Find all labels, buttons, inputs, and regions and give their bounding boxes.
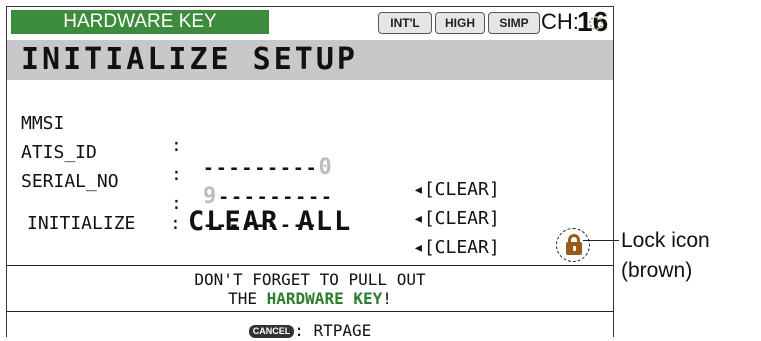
power-high-badge: HIGH (435, 12, 485, 34)
title-bar: INITIALIZE SETUP (7, 40, 613, 80)
busy-spinner-icon (589, 16, 603, 30)
footer-text: : RTPAGE (294, 321, 372, 340)
hardware-key-banner: HARDWARE KEY (11, 10, 269, 34)
status-bar: HARDWARE KEY INT'L HIGH SIMP CH: 16 (7, 7, 613, 37)
callout-leader-line (583, 240, 619, 241)
lock-icon (556, 228, 590, 262)
page-title: INITIALIZE SETUP (21, 42, 358, 77)
channel-label: CH: (541, 9, 579, 34)
warning-line-1: DON'T FORGET TO PULL OUT (194, 270, 426, 289)
atis-id-row[interactable]: ATIS_ID : 9--------- ◂[CLEAR] (21, 120, 601, 229)
intl-badge: INT'L (378, 12, 432, 34)
simplex-badge: SIMP (488, 12, 540, 34)
dsc-screen: HARDWARE KEY INT'L HIGH SIMP CH: 16 INIT… (6, 6, 614, 340)
lock-keyhole (573, 246, 576, 251)
callout-line-2: (brown) (621, 259, 693, 282)
serial-no-label: SERIAL_NO (21, 171, 119, 192)
cancel-key-icon[interactable]: CANCEL (248, 325, 295, 338)
warning-hardware-key: HARDWARE KEY (266, 289, 383, 308)
footer: CANCEL: RTPAGE (7, 321, 613, 341)
clear-all-button[interactable]: CLEAR ALL (188, 205, 352, 239)
mmsi-row[interactable]: MMSI : ---------0 ◂[CLEAR] (21, 91, 601, 200)
mmsi-clear-button[interactable]: ◂[CLEAR] (413, 179, 500, 201)
warning-line-2: THE HARDWARE KEY! (7, 289, 613, 308)
serial-no-colon: : (171, 193, 182, 214)
initialize-colon: : (170, 213, 181, 234)
lock-icon-callout: Lock icon (brown) (621, 226, 710, 286)
divider-top (7, 265, 613, 266)
serial-no-clear-button[interactable]: ◂[CLEAR] (413, 237, 500, 259)
atis-id-clear-button[interactable]: ◂[CLEAR] (413, 208, 500, 230)
callout-line-1: Lock icon (621, 229, 710, 252)
initialize-label: INITIALIZE (27, 213, 136, 234)
serial-no-row[interactable]: SERIAL_NO : --------- ◂[CLEAR] (21, 149, 601, 258)
warning-prefix: THE (228, 289, 267, 308)
divider-bottom (7, 311, 613, 312)
warning-suffix: ! (382, 289, 392, 308)
